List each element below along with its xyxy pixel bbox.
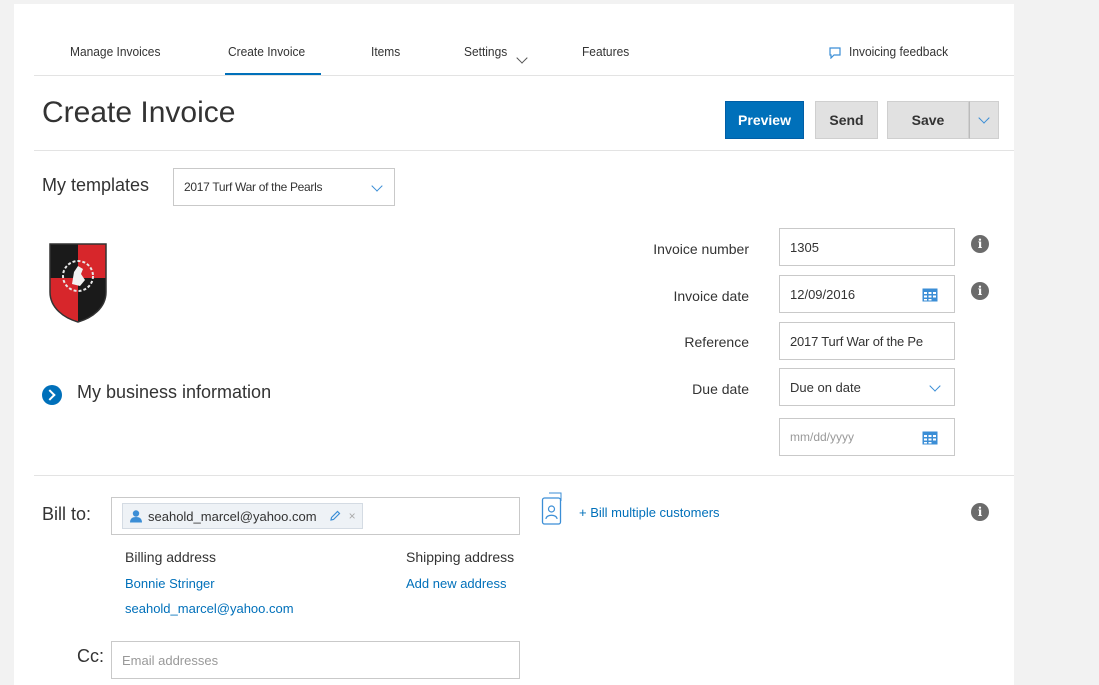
reference-field[interactable]: 2017 Turf War of the Pe xyxy=(779,322,955,360)
reference-value: 2017 Turf War of the Pe xyxy=(790,333,923,349)
invoice-number-label: Invoice number xyxy=(653,241,749,257)
calendar-icon[interactable] xyxy=(922,287,938,302)
header-divider xyxy=(34,150,1014,151)
recipient-email: seahold_marcel@yahoo.com xyxy=(148,508,317,524)
bill-to-field[interactable]: seahold_marcel@yahoo.com × xyxy=(111,497,520,535)
chevron-down-icon xyxy=(978,112,990,124)
info-icon[interactable]: i xyxy=(971,235,989,253)
cc-email-input[interactable]: Email addresses xyxy=(111,641,520,679)
due-date-select[interactable]: Due on date xyxy=(779,368,955,406)
section-divider xyxy=(34,475,1014,476)
templates-label: My templates xyxy=(42,175,150,195)
template-select[interactable]: 2017 Turf War of the Pearls xyxy=(173,168,395,206)
nav-divider xyxy=(34,75,1014,76)
settings-chevron-down-icon[interactable] xyxy=(516,52,528,64)
preview-button[interactable]: Preview xyxy=(725,101,804,139)
send-button[interactable]: Send xyxy=(815,101,878,139)
template-select-value: 2017 Turf War of the Pearls xyxy=(184,180,323,194)
business-logo xyxy=(48,242,108,324)
invoice-number-field[interactable]: 1305 xyxy=(779,228,955,266)
save-options-button[interactable] xyxy=(969,101,999,139)
business-info-toggle[interactable]: My business information xyxy=(77,382,271,403)
shipping-address-label: Shipping address xyxy=(406,549,515,565)
due-date-select-value: Due on date xyxy=(790,379,861,395)
page-title: Create Invoice xyxy=(42,96,236,129)
contact-card-icon[interactable] xyxy=(541,492,563,526)
save-button[interactable]: Save xyxy=(887,101,969,139)
nav-items[interactable]: Items xyxy=(371,44,400,59)
nav-settings[interactable]: Settings xyxy=(464,44,507,59)
bill-multiple-customers-link[interactable]: + Bill multiple customers xyxy=(579,505,720,520)
nav-manage-invoices[interactable]: Manage Invoices xyxy=(70,44,160,59)
billing-email-link[interactable]: seahold_marcel@yahoo.com xyxy=(125,601,294,616)
nav-create-invoice[interactable]: Create Invoice xyxy=(228,44,305,59)
invoice-number-value: 1305 xyxy=(790,239,819,255)
bill-to-label: Bill to: xyxy=(42,504,92,524)
due-date-placeholder: mm/dd/yyyy xyxy=(790,430,855,444)
nav-features[interactable]: Features xyxy=(582,44,629,59)
remove-close-icon[interactable]: × xyxy=(349,509,356,523)
billing-address-label: Billing address xyxy=(125,549,217,565)
cc-label: Cc: xyxy=(77,646,104,666)
recipient-chip[interactable]: seahold_marcel@yahoo.com × xyxy=(122,503,363,529)
invoicing-feedback-link[interactable]: Invoicing feedback xyxy=(849,44,948,59)
due-date-field[interactable]: mm/dd/yyyy xyxy=(779,418,955,456)
calendar-icon[interactable] xyxy=(922,430,938,445)
info-icon[interactable]: i xyxy=(971,503,989,521)
billing-name-link[interactable]: Bonnie Stringer xyxy=(125,576,215,591)
chevron-down-icon xyxy=(371,180,383,192)
expand-chevron-icon[interactable] xyxy=(42,385,62,405)
chevron-down-icon xyxy=(929,380,941,392)
due-date-label: Due date xyxy=(692,381,749,397)
feedback-speech-bubble-icon[interactable] xyxy=(829,46,841,60)
invoice-date-label: Invoice date xyxy=(673,288,750,304)
reference-label: Reference xyxy=(684,334,749,350)
edit-pencil-icon[interactable] xyxy=(329,510,341,522)
invoice-date-field[interactable]: 12/09/2016 xyxy=(779,275,955,313)
cc-placeholder: Email addresses xyxy=(122,652,219,668)
invoice-card: Manage Invoices Create Invoice Items Set… xyxy=(14,4,1014,685)
add-new-address-link[interactable]: Add new address xyxy=(406,576,506,591)
info-icon[interactable]: i xyxy=(971,282,989,300)
user-icon xyxy=(129,509,143,523)
invoice-date-value: 12/09/2016 xyxy=(790,286,856,302)
